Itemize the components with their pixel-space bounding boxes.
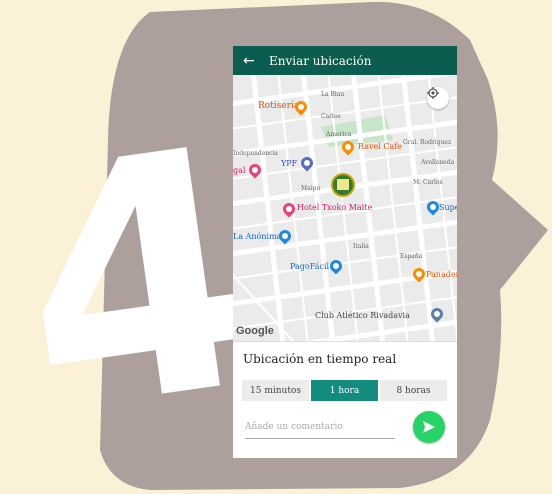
street-america: America [326, 131, 352, 138]
page-title: Enviar ubicación [269, 53, 372, 68]
arrow-left-icon[interactable]: ← [243, 54, 259, 68]
duration-8-hours[interactable]: 8 horas [380, 380, 447, 401]
street-la-blan: La Blan [321, 91, 345, 98]
place-rotiseria: Rotisería [258, 101, 300, 111]
place-pagofacil: PagoFácil [290, 262, 330, 271]
street-avellaneda: Avellaneda [421, 159, 455, 166]
place-panader: Panader [426, 270, 457, 279]
place-gal: gal [233, 166, 246, 175]
phone-screen: ← Enviar ubicación Rotisería La Blan Car… [233, 46, 457, 458]
place-ypf: YPF [281, 159, 298, 168]
place-hotel-txoko-maite: Hotel Txoko Maite [297, 203, 373, 212]
live-location-sheet: Ubicación en tiempo real 15 minutos 1 ho… [233, 341, 457, 458]
duration-selector: 15 minutos 1 hora 8 horas [242, 380, 447, 401]
street-independencia: Independencia [233, 150, 278, 157]
send-button[interactable] [413, 411, 445, 443]
place-super: Super [439, 203, 457, 212]
street-m-carlos: M. Carlos [413, 179, 443, 186]
sheet-title: Ubicación en tiempo real [243, 352, 397, 366]
duration-15-minutes[interactable]: 15 minutos [242, 380, 309, 401]
place-club-atletico-rivadavia: Club Atlético Rivadavia [315, 311, 410, 320]
crosshair-icon [427, 87, 439, 99]
street-espana: España [400, 253, 423, 260]
place-ravel-cafe: Ravel Cafe [358, 142, 402, 151]
map-view[interactable]: Rotisería La Blan Carlos America Ravel C… [233, 75, 457, 341]
place-la-anonima: La Anónima [233, 232, 282, 241]
google-logo: Google [236, 325, 274, 337]
street-maipu: Maipú [301, 185, 321, 192]
send-icon [423, 421, 435, 433]
street-carlos: Carlos [321, 113, 341, 120]
street-gral-rodriguez: Gral. Rodríguez [403, 139, 452, 146]
my-location-button[interactable] [427, 87, 449, 109]
comment-input[interactable]: Añade un comentario [245, 422, 395, 439]
app-bar: ← Enviar ubicación [233, 46, 457, 75]
duration-1-hour[interactable]: 1 hora [311, 380, 378, 401]
street-italia: Italia [353, 243, 369, 250]
